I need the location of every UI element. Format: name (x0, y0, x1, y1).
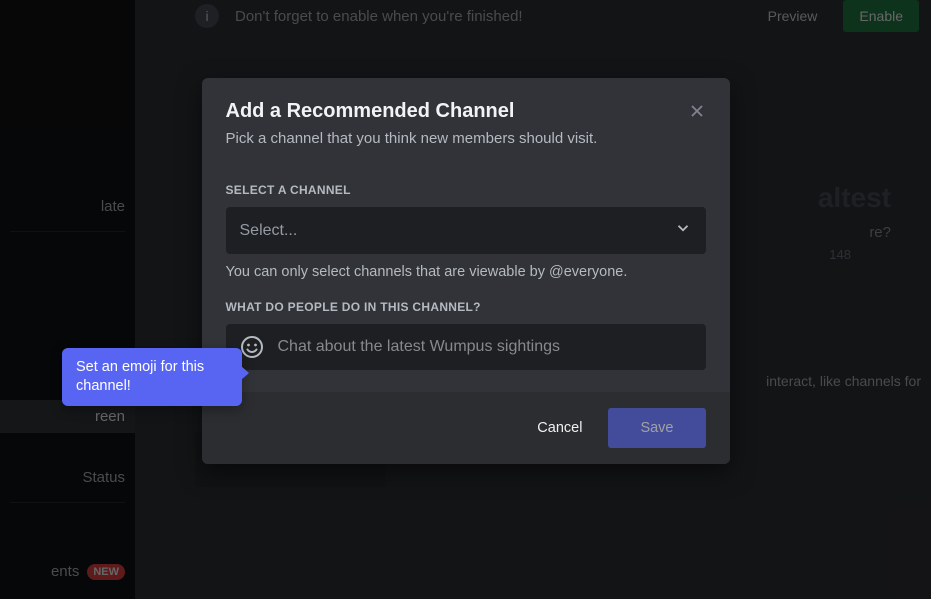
select-help-text: You can only select channels that are vi… (226, 264, 706, 280)
cancel-button[interactable]: Cancel (531, 410, 588, 446)
modal-header: Add a Recommended Channel Pick a channel… (202, 78, 730, 163)
description-label: What do people do in this channel? (226, 300, 706, 314)
add-recommended-channel-modal: Add a Recommended Channel Pick a channel… (202, 78, 730, 464)
emoji-tooltip: Set an emoji for this channel! (62, 348, 242, 406)
modal-body: Select a Channel Select... You can only … (202, 163, 730, 392)
close-icon[interactable] (684, 98, 710, 124)
select-channel-label: Select a Channel (226, 183, 706, 197)
modal-subtitle: Pick a channel that you think new member… (226, 129, 706, 149)
tooltip-text: Set an emoji for this channel! (76, 359, 204, 394)
save-button[interactable]: Save (608, 408, 705, 448)
modal-title: Add a Recommended Channel (226, 100, 706, 123)
description-row (226, 324, 706, 370)
chevron-down-icon (674, 219, 692, 242)
modal-footer: Cancel Save (202, 392, 730, 464)
channel-description-input[interactable] (278, 330, 696, 364)
select-placeholder: Select... (240, 222, 298, 240)
modal-backdrop[interactable]: Add a Recommended Channel Pick a channel… (0, 0, 931, 599)
channel-select[interactable]: Select... (226, 207, 706, 254)
